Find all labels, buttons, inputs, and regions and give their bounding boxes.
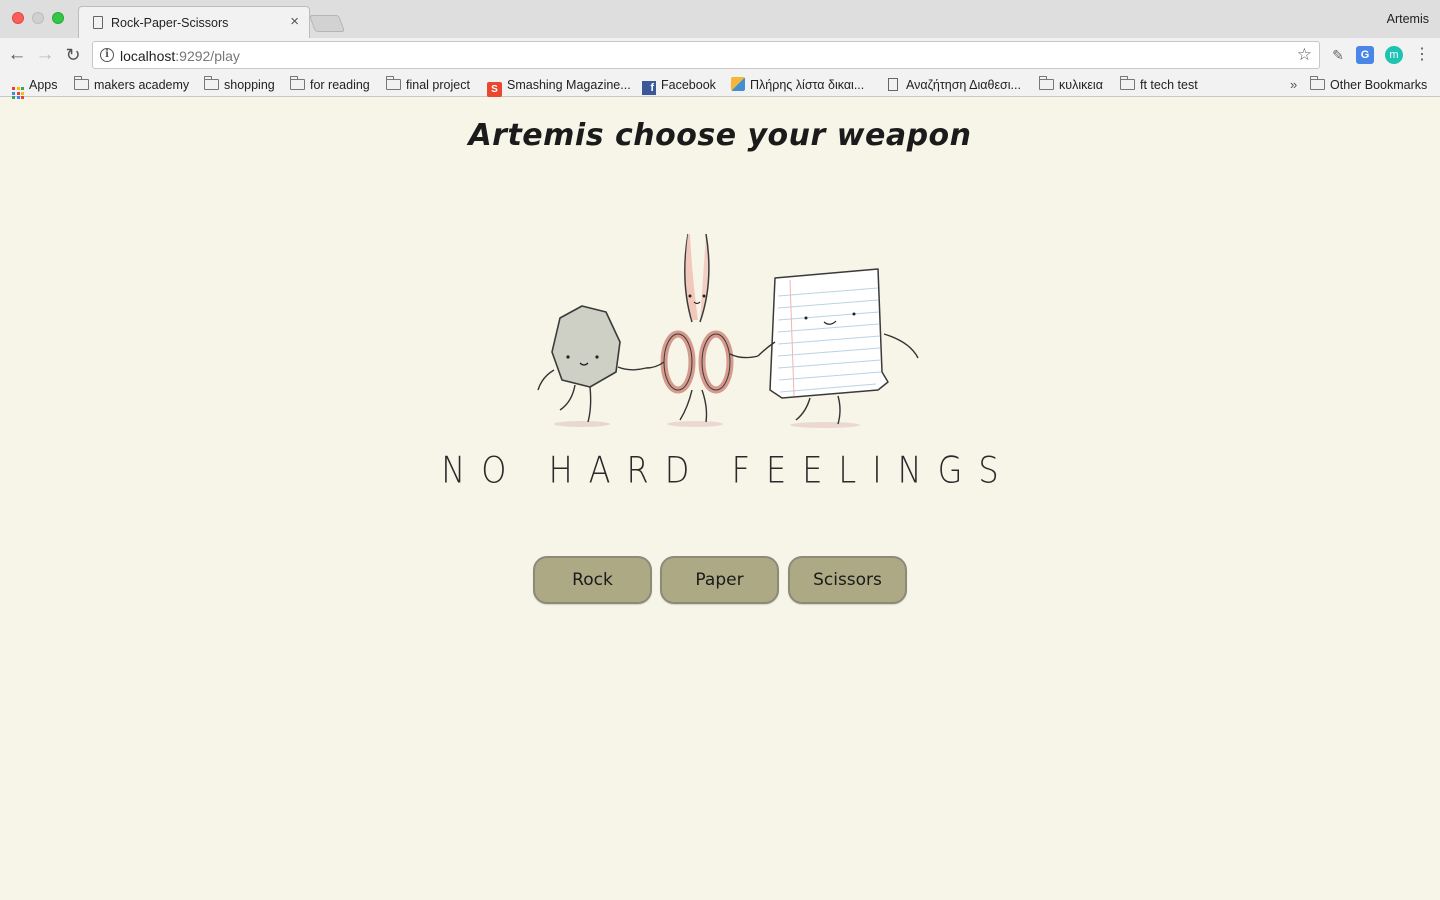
bookmark-label: ft tech test: [1140, 78, 1198, 92]
bookmark-label: κυλικεια: [1059, 78, 1103, 92]
bookmark-label: Αναζήτηση Διαθεσι...: [906, 78, 1021, 92]
back-arrow-icon[interactable]: ←: [6, 44, 28, 66]
page-icon: [888, 78, 898, 91]
translate-extension-icon[interactable]: G: [1356, 46, 1374, 64]
smashing-icon: S: [487, 82, 502, 97]
scissors-shadow: [667, 421, 723, 427]
bookmark-smashing-magazine[interactable]: S Smashing Magazine...: [487, 76, 631, 97]
close-tab-icon[interactable]: ×: [290, 13, 299, 31]
more-bookmarks-chevron-icon[interactable]: »: [1290, 76, 1297, 94]
scissors-character: [645, 233, 759, 423]
profile-name[interactable]: Artemis: [1387, 12, 1429, 26]
info-icon[interactable]: i: [100, 48, 114, 62]
bookmark-label: Smashing Magazine...: [507, 78, 631, 92]
bookmark-makers-academy[interactable]: makers academy: [74, 76, 189, 94]
bookmark-other-bookmarks[interactable]: Other Bookmarks: [1310, 76, 1427, 94]
paper-button[interactable]: Paper: [660, 556, 779, 604]
rock-button[interactable]: Rock: [533, 556, 652, 604]
eyedropper-extension-icon[interactable]: ✎: [1329, 46, 1347, 64]
url-path: :9292/play: [175, 48, 240, 64]
new-tab-button[interactable]: [308, 15, 346, 32]
zoom-window-button[interactable]: [52, 12, 64, 24]
bookmark-final-project[interactable]: final project: [386, 76, 470, 94]
browser-toolbar: ← → ↻ i localhost:9292/play ☆ ✎ G m ⋮: [0, 38, 1440, 72]
reload-icon[interactable]: ↻: [62, 44, 84, 66]
url-host: localhost: [120, 48, 176, 64]
forward-arrow-icon[interactable]: →: [34, 44, 56, 66]
scissors-button[interactable]: Scissors: [788, 556, 907, 604]
folder-icon: [386, 76, 401, 90]
bookmark-greek-list[interactable]: Πλήρης λίστα δικαι...: [731, 76, 864, 94]
folder-icon: [1310, 76, 1325, 90]
bookmark-label: Other Bookmarks: [1330, 78, 1428, 92]
folder-icon: [1039, 76, 1054, 90]
window-titlebar: Rock-Paper-Scissors × Artemis: [0, 0, 1440, 39]
bookmarks-bar: Apps makers academy shopping for reading…: [0, 72, 1440, 99]
bookmark-kylikeia[interactable]: κυλικεια: [1039, 76, 1103, 94]
folder-icon: [1120, 76, 1135, 90]
paper-shadow: [790, 422, 860, 428]
bookmark-label: for reading: [310, 78, 370, 92]
folder-icon: [74, 76, 89, 90]
page-heading: Artemis choose your weapon: [468, 118, 972, 153]
document-icon: [93, 16, 103, 29]
folder-icon: [290, 76, 305, 90]
paper-character: [757, 268, 919, 425]
bookmark-label: final project: [406, 78, 470, 92]
folder-icon: [204, 76, 219, 90]
rock-shadow: [554, 421, 610, 427]
tab-title: Rock-Paper-Scissors: [111, 16, 229, 30]
rock-character: [537, 305, 647, 423]
facebook-icon: f: [642, 81, 656, 95]
bookmark-star-icon[interactable]: ☆: [1297, 45, 1312, 65]
bookmark-label: makers academy: [94, 78, 190, 92]
apps-icon: [12, 87, 24, 99]
cube-icon: [731, 77, 745, 91]
address-bar[interactable]: i localhost:9292/play ☆: [92, 41, 1320, 69]
bookmark-label: Πλήρης λίστα δικαι...: [750, 78, 865, 92]
m-extension-icon[interactable]: m: [1385, 46, 1403, 64]
bookmark-greek-search[interactable]: Αναζήτηση Διαθεσι...: [888, 76, 1021, 94]
active-tab[interactable]: Rock-Paper-Scissors ×: [78, 6, 310, 39]
bookmark-label: Apps: [29, 78, 58, 92]
close-window-button[interactable]: [12, 12, 24, 24]
bookmark-apps[interactable]: Apps: [12, 76, 58, 99]
bookmark-ft-tech-test[interactable]: ft tech test: [1120, 76, 1198, 94]
bookmark-label: shopping: [224, 78, 275, 92]
bookmark-label: Facebook: [661, 78, 716, 92]
tagline: NO HARD FEELINGS: [441, 448, 1015, 492]
bookmark-shopping[interactable]: shopping: [204, 76, 275, 94]
menu-dots-icon[interactable]: ⋮: [1413, 46, 1431, 64]
bookmark-facebook[interactable]: f Facebook: [642, 76, 716, 95]
url-text[interactable]: localhost:9292/play: [120, 48, 240, 64]
bookmark-for-reading[interactable]: for reading: [290, 76, 370, 94]
minimize-window-button[interactable]: [32, 12, 44, 24]
